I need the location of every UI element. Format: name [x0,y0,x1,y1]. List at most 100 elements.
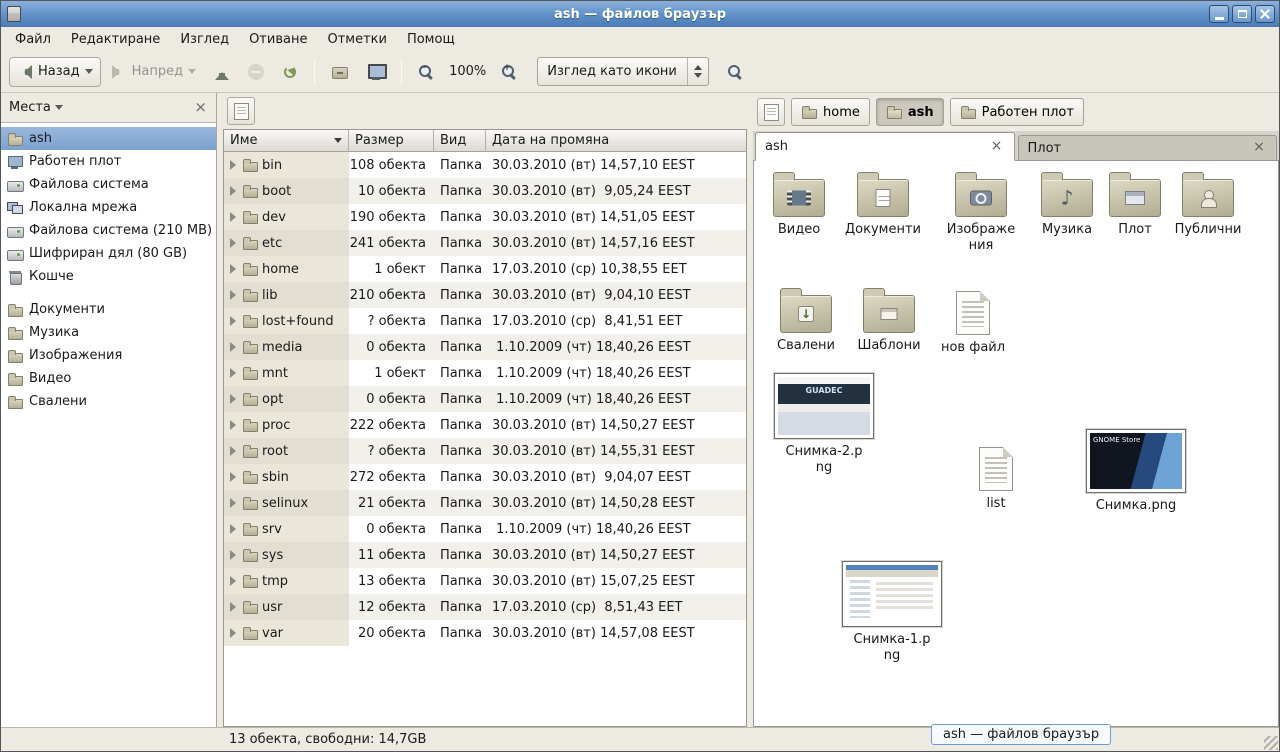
location-toggle-button[interactable] [227,97,255,125]
icon-item-templates[interactable]: Шаблони [844,287,934,354]
sidebar-item-desktop[interactable]: Работен плот [1,150,216,173]
menu-help[interactable]: Помощ [397,27,465,51]
icon-item-documents[interactable]: Документи [838,171,928,238]
menu-file[interactable]: Файл [5,27,61,51]
table-row[interactable]: opt0 обектаПапка 1.10.2009 (чт) 18,40,26… [224,386,746,412]
sidebar-item-documents[interactable]: Документи [1,298,216,321]
up-button[interactable] [206,57,238,87]
icon-item-video[interactable]: Видео [754,171,844,238]
path-button-desktop[interactable]: Работен плот [950,98,1084,126]
forward-button[interactable]: Напред [103,57,204,87]
sidebar-item-downloads[interactable]: Свалени [1,390,216,413]
reload-button[interactable] [274,57,306,87]
sidebar-item-network[interactable]: Локална мрежа [1,196,216,219]
path-button-ash[interactable]: ash [876,98,944,126]
titlebar[interactable]: ash — файлов браузър [1,1,1279,27]
menu-view[interactable]: Изглед [170,27,239,51]
tab-close-icon[interactable] [1251,140,1267,156]
back-history-dropdown-icon[interactable] [85,69,93,78]
icon-item-snimka2[interactable]: GUADECСнимка-2.png [769,373,879,476]
icon-view[interactable]: ВидеоДокументиИзображенияМузикаПлотПубли… [753,161,1279,727]
menu-edit[interactable]: Редактиране [61,27,170,51]
computer-button[interactable] [359,57,393,87]
icon-item-snimka1[interactable]: Снимка-1.png [837,561,947,664]
expander-icon[interactable] [228,290,238,300]
expander-icon[interactable] [228,394,238,404]
back-button[interactable]: Назад [9,57,101,87]
column-size[interactable]: Размер [349,130,434,152]
icon-item-downloads[interactable]: Свалени [761,287,851,354]
expander-icon[interactable] [228,420,238,430]
sidebar-item-trash[interactable]: Кошче [1,265,216,288]
places-title[interactable]: Места [9,100,51,115]
menu-go[interactable]: Отиване [239,27,317,51]
expander-icon[interactable] [228,316,238,326]
expander-icon[interactable] [228,576,238,586]
column-modified[interactable]: Дата на промяна [486,130,746,152]
expander-icon[interactable] [228,342,238,352]
tab-desktop[interactable]: Плот [1018,135,1278,160]
expander-icon[interactable] [228,160,238,170]
expander-icon[interactable] [228,264,238,274]
expander-icon[interactable] [228,472,238,482]
table-row[interactable]: lost+found? обектаПапка17.03.2010 (ср) 8… [224,308,746,334]
menu-bookmarks[interactable]: Отметки [317,27,396,51]
table-row[interactable]: bin108 обектаПапка30.03.2010 (вт) 14,57,… [224,152,746,178]
table-row[interactable]: mnt1 обектПапка 1.10.2009 (чт) 18,40,26 … [224,360,746,386]
icon-item-list[interactable]: list [951,443,1041,512]
zoom-out-button[interactable]: − [410,57,442,87]
icon-item-pictures[interactable]: Изображения [936,171,1026,254]
expander-icon[interactable] [228,368,238,378]
table-row[interactable]: srv0 обектаПапка 1.10.2009 (чт) 18,40,26… [224,516,746,542]
column-type[interactable]: Вид [434,130,486,152]
path-button-home[interactable]: home [791,98,870,126]
table-row[interactable]: home1 обектПапка17.03.2010 (ср) 10,38,55… [224,256,746,282]
table-row[interactable]: usr12 обектаПапка17.03.2010 (ср) 8,51,43… [224,594,746,620]
expander-icon[interactable] [228,524,238,534]
table-row[interactable]: boot10 обектаПапка30.03.2010 (вт) 9,05,2… [224,178,746,204]
expander-icon[interactable] [228,550,238,560]
close-button[interactable] [1255,5,1275,23]
window-list-button[interactable]: ash — файлов браузър [931,724,1111,745]
table-row[interactable]: root? обектаПапка30.03.2010 (вт) 14,55,3… [224,438,746,464]
location-toggle-button[interactable] [757,98,785,126]
minimize-button[interactable] [1209,5,1229,23]
table-row[interactable]: var20 обектаПапка30.03.2010 (вт) 14,57,0… [224,620,746,646]
expander-icon[interactable] [228,238,238,248]
table-row[interactable]: sbin272 обектаПапка30.03.2010 (вт) 9,04,… [224,464,746,490]
expander-icon[interactable] [228,628,238,638]
resize-grip[interactable] [1264,736,1278,750]
zoom-in-button[interactable]: + [493,57,525,87]
column-name[interactable]: Име [224,130,349,152]
sidebar-item-home[interactable]: ash [1,127,216,150]
sidebar-item-encrypted-80gb[interactable]: Шифриран дял (80 GB) [1,242,216,265]
table-row[interactable]: dev190 обектаПапка30.03.2010 (вт) 14,51,… [224,204,746,230]
home-button[interactable] [323,57,357,87]
sidebar-item-music[interactable]: Музика [1,321,216,344]
table-row[interactable]: sys11 обектаПапка30.03.2010 (вт) 14,50,2… [224,542,746,568]
sidebar-item-video[interactable]: Видео [1,367,216,390]
sidebar-item-pictures[interactable]: Изображения [1,344,216,367]
table-row[interactable]: etc241 обектаПапка30.03.2010 (вт) 14,57,… [224,230,746,256]
search-button[interactable] [719,57,751,87]
places-dropdown-icon[interactable] [55,105,63,114]
tab-ash[interactable]: ash [755,132,1015,161]
sidebar-close-icon[interactable] [191,99,210,116]
icon-item-snimka[interactable]: GNOME StoreСнимка.png [1081,429,1191,514]
table-row[interactable]: media0 обектаПапка 1.10.2009 (чт) 18,40,… [224,334,746,360]
expander-icon[interactable] [228,602,238,612]
table-row[interactable]: tmp13 обектаПапка30.03.2010 (вт) 15,07,2… [224,568,746,594]
table-row[interactable]: lib210 обектаПапка30.03.2010 (вт) 9,04,1… [224,282,746,308]
expander-icon[interactable] [228,446,238,456]
stop-button[interactable] [240,57,272,87]
sidebar-item-filesystem[interactable]: Файлова система [1,173,216,196]
icon-item-new-file[interactable]: нов файл [928,287,1018,356]
table-row[interactable]: proc222 обектаПапка30.03.2010 (вт) 14,50… [224,412,746,438]
table-row[interactable]: selinux21 обектаПапка30.03.2010 (вт) 14,… [224,490,746,516]
tab-close-icon[interactable] [989,139,1005,155]
view-mode-select[interactable]: Изглед като икони [537,57,709,86]
sidebar-item-volume-210mb[interactable]: Файлова система (210 MB) [1,219,216,242]
expander-icon[interactable] [228,186,238,196]
expander-icon[interactable] [228,212,238,222]
maximize-button[interactable] [1232,5,1252,23]
